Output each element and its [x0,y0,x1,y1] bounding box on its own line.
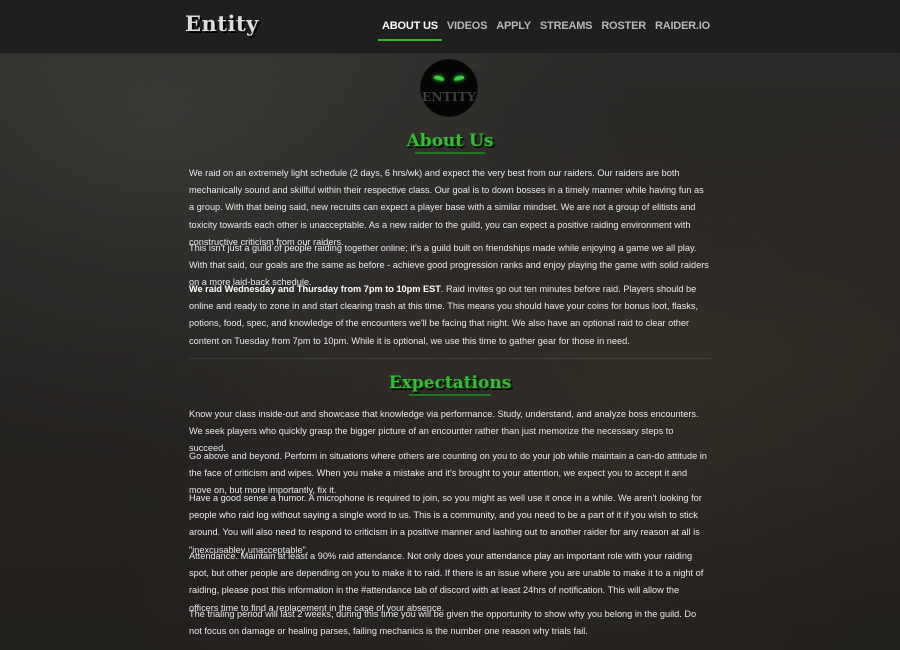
expectations-paragraph-5: The trialing period will last 2 weeks, d… [189,609,697,637]
nav-roster[interactable]: ROSTER [601,0,646,53]
nav-apply[interactable]: APPLY [496,0,531,53]
about-paragraph-3: We raid Wednesday and Thursday from 7pm … [189,281,711,350]
guild-emblem: ENTITY [421,60,477,116]
glowing-eyes-icon [433,74,465,82]
about-paragraph-1: We raid on an extremely light schedule (… [189,168,704,247]
raid-schedule-bold: We raid Wednesday and Thursday from 7pm … [189,284,441,294]
nav-streams[interactable]: STREAMS [540,0,593,53]
nav-videos[interactable]: VIDEOS [447,0,488,53]
heading-underline [409,394,491,396]
top-navbar: Entity ABOUT US VIDEOS APPLY STREAMS ROS… [0,0,900,54]
expectations-heading-text: Expectations [388,373,512,393]
main-nav: ABOUT US VIDEOS APPLY STREAMS ROSTER RAI… [378,0,710,53]
nav-about-us[interactable]: ABOUT US [378,0,442,53]
nav-raider-io[interactable]: RAIDER.IO [655,0,710,53]
main-content: ENTITY About Us We raid on an extremely … [0,53,900,650]
about-us-heading-text: About Us [406,131,494,151]
expectations-heading: Expectations [0,373,900,396]
section-divider [189,358,711,359]
brand-logo[interactable]: Entity [185,11,259,36]
emblem-text: ENTITY [422,90,476,104]
about-us-heading: About Us [0,131,900,154]
heading-underline [415,152,485,154]
